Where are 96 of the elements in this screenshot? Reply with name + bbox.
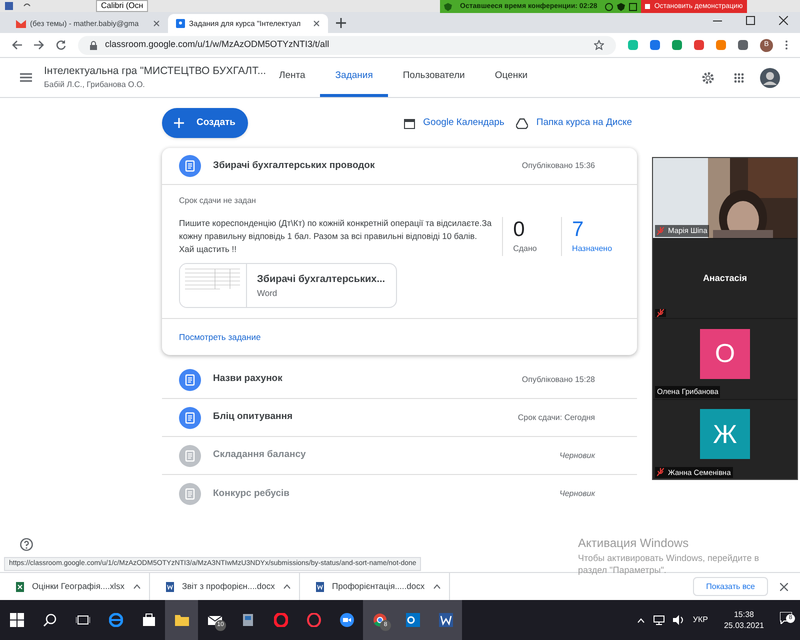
network-icon[interactable]	[652, 615, 665, 625]
caret-icon[interactable]	[432, 584, 441, 589]
more-icon[interactable]	[785, 40, 788, 50]
attachment-card[interactable]: Збирачі бухгалтерських... Word	[179, 263, 397, 308]
activation-title: Активация Windows	[578, 535, 690, 552]
attachment-title: Збирачі бухгалтерських...	[257, 272, 386, 287]
lock-icon	[90, 40, 97, 50]
document-icon	[166, 582, 174, 592]
close-icon[interactable]	[153, 20, 160, 27]
assignment-title: Збирачі бухгалтерських проводок	[213, 158, 376, 173]
view-assignment-link[interactable]: Посмотреть задание	[179, 330, 261, 344]
assignment-row[interactable]: Назви рахунок Опубліковано 15:28	[162, 361, 637, 399]
stat-label[interactable]: Назначено	[572, 243, 620, 255]
menu-icon[interactable]	[20, 73, 32, 82]
forward-icon[interactable]	[34, 40, 44, 50]
caret-icon[interactable]	[132, 584, 141, 589]
camera-icon[interactable]	[340, 613, 354, 627]
assignment-card[interactable]	[162, 148, 637, 355]
back-icon[interactable]	[12, 40, 22, 50]
nav-tab[interactable]: Пользователи	[388, 58, 480, 97]
drive-icon	[516, 118, 528, 128]
course-teachers: Бабій Л.С., Грибанова О.О.	[44, 79, 146, 92]
search-icon[interactable]	[42, 613, 56, 627]
file-name: Профорієнтація.....docx	[332, 580, 425, 593]
stat-count: 0	[513, 217, 526, 243]
outlook-icon[interactable]	[406, 613, 420, 627]
task-view-icon[interactable]	[76, 613, 90, 627]
file-name: Звіт з профорієн....docx	[182, 580, 275, 593]
star-icon[interactable]	[594, 40, 604, 50]
classroom-icon	[176, 19, 185, 28]
assignment-title: Складання балансу	[213, 448, 307, 462]
word-icon[interactable]	[438, 613, 452, 627]
plus-icon	[174, 118, 184, 128]
activation-text: Чтобы активировать Windows, перейдите в	[578, 552, 759, 564]
volume-icon[interactable]	[672, 615, 685, 625]
maximize-icon[interactable]	[746, 16, 755, 25]
drive-link[interactable]: Папка курса на Диске	[516, 116, 632, 130]
calendar-link[interactable]: Google Календарь	[404, 116, 504, 130]
help-icon[interactable]	[20, 538, 33, 551]
assignment-description: Пишите кореспонденцію (Дт\Кт) по кожній конкретній операції та відсилаєте.За кожну правильну відповідь 1 бал. Разом за всі правильні відповіді 10 балів. Хай щастить !!	[179, 217, 493, 256]
close-icon[interactable]	[313, 20, 320, 27]
assignment-status: Опубліковано 15:28	[522, 374, 596, 386]
stat-label: Сдано	[513, 243, 538, 255]
file-name: Оцінки Географія....xlsx	[32, 580, 125, 593]
font-name-field[interactable]: Calibri (Осн	[96, 0, 148, 12]
assignment-icon	[179, 155, 201, 177]
document-icon	[316, 582, 324, 592]
record-icon	[605, 2, 614, 10]
assignment-title: Бліц опитування	[213, 410, 294, 424]
show-all-button[interactable]: Показать все	[693, 577, 768, 596]
activation-text: раздел "Параметры".	[578, 564, 668, 576]
app-icon[interactable]	[240, 613, 254, 627]
close-icon[interactable]	[780, 582, 788, 590]
course-title: Інтелектуальна гра "МИСТЕЦТВО БУХГАЛТ...	[44, 64, 264, 79]
participant-avatar: Ж	[700, 409, 750, 460]
nav-tab[interactable]: Оценки	[480, 58, 543, 97]
opera-icon[interactable]	[274, 613, 288, 627]
due-date: Срок сдачи не задан	[179, 195, 257, 207]
settings-icon[interactable]	[702, 72, 714, 84]
assignment-status: Черновик	[559, 488, 596, 500]
spreadsheet-icon	[16, 582, 24, 592]
notifications-icon[interactable]	[780, 612, 792, 624]
address-bar[interactable]: classroom.google.com/u/1/w/MzAzODM5OTYzNTI3/t/all	[78, 36, 616, 54]
clock-date[interactable]: 25.03.2021	[724, 620, 764, 631]
create-button[interactable]: Создать	[162, 108, 248, 138]
assignment-row[interactable]: Бліц опитування Срок сдачи: Сегодня	[162, 399, 637, 437]
assignment-title: Назви рахунок	[213, 372, 284, 386]
assignment-row[interactable]: Складання балансу Черновик	[162, 437, 637, 475]
url-text: classroom.google.com/u/1/w/MzAzODM5OTYzNTI3/t/all	[105, 38, 330, 52]
assignment-row[interactable]: Конкурс ребусів Черновик	[162, 475, 637, 513]
participant-name: Анастасія	[702, 272, 748, 284]
attachment-type: Word	[257, 286, 278, 300]
opera-icon[interactable]	[306, 613, 320, 627]
browser-icon[interactable]	[108, 613, 122, 627]
clock-time[interactable]: 15:38	[734, 609, 754, 620]
avatar-icon[interactable]	[760, 68, 780, 88]
reload-icon[interactable]	[56, 40, 66, 50]
nav-tab[interactable]: Лента	[264, 58, 320, 97]
close-icon[interactable]	[779, 16, 788, 25]
assignment-status: Срок сдачи: Сегодня	[518, 412, 596, 424]
new-tab-icon[interactable]	[336, 18, 346, 28]
apps-icon[interactable]	[734, 72, 744, 82]
windows-icon[interactable]	[10, 613, 24, 627]
language-indicator[interactable]: УКР	[692, 614, 708, 626]
assignment-status: Черновик	[559, 450, 596, 462]
assignment-title: Конкурс ребусів	[213, 486, 290, 501]
mail-icon	[16, 20, 26, 28]
store-icon[interactable]	[142, 613, 156, 627]
assignment-status: Опубліковано 15:36	[522, 160, 596, 172]
folder-icon[interactable]	[174, 613, 188, 627]
participant-avatar: О	[700, 328, 750, 379]
nav-tab[interactable]: Задания	[320, 58, 388, 97]
save-icon[interactable]	[4, 1, 14, 11]
stat-count: 7	[572, 217, 585, 243]
caret-icon[interactable]	[282, 584, 291, 589]
calendar-icon	[404, 118, 416, 128]
